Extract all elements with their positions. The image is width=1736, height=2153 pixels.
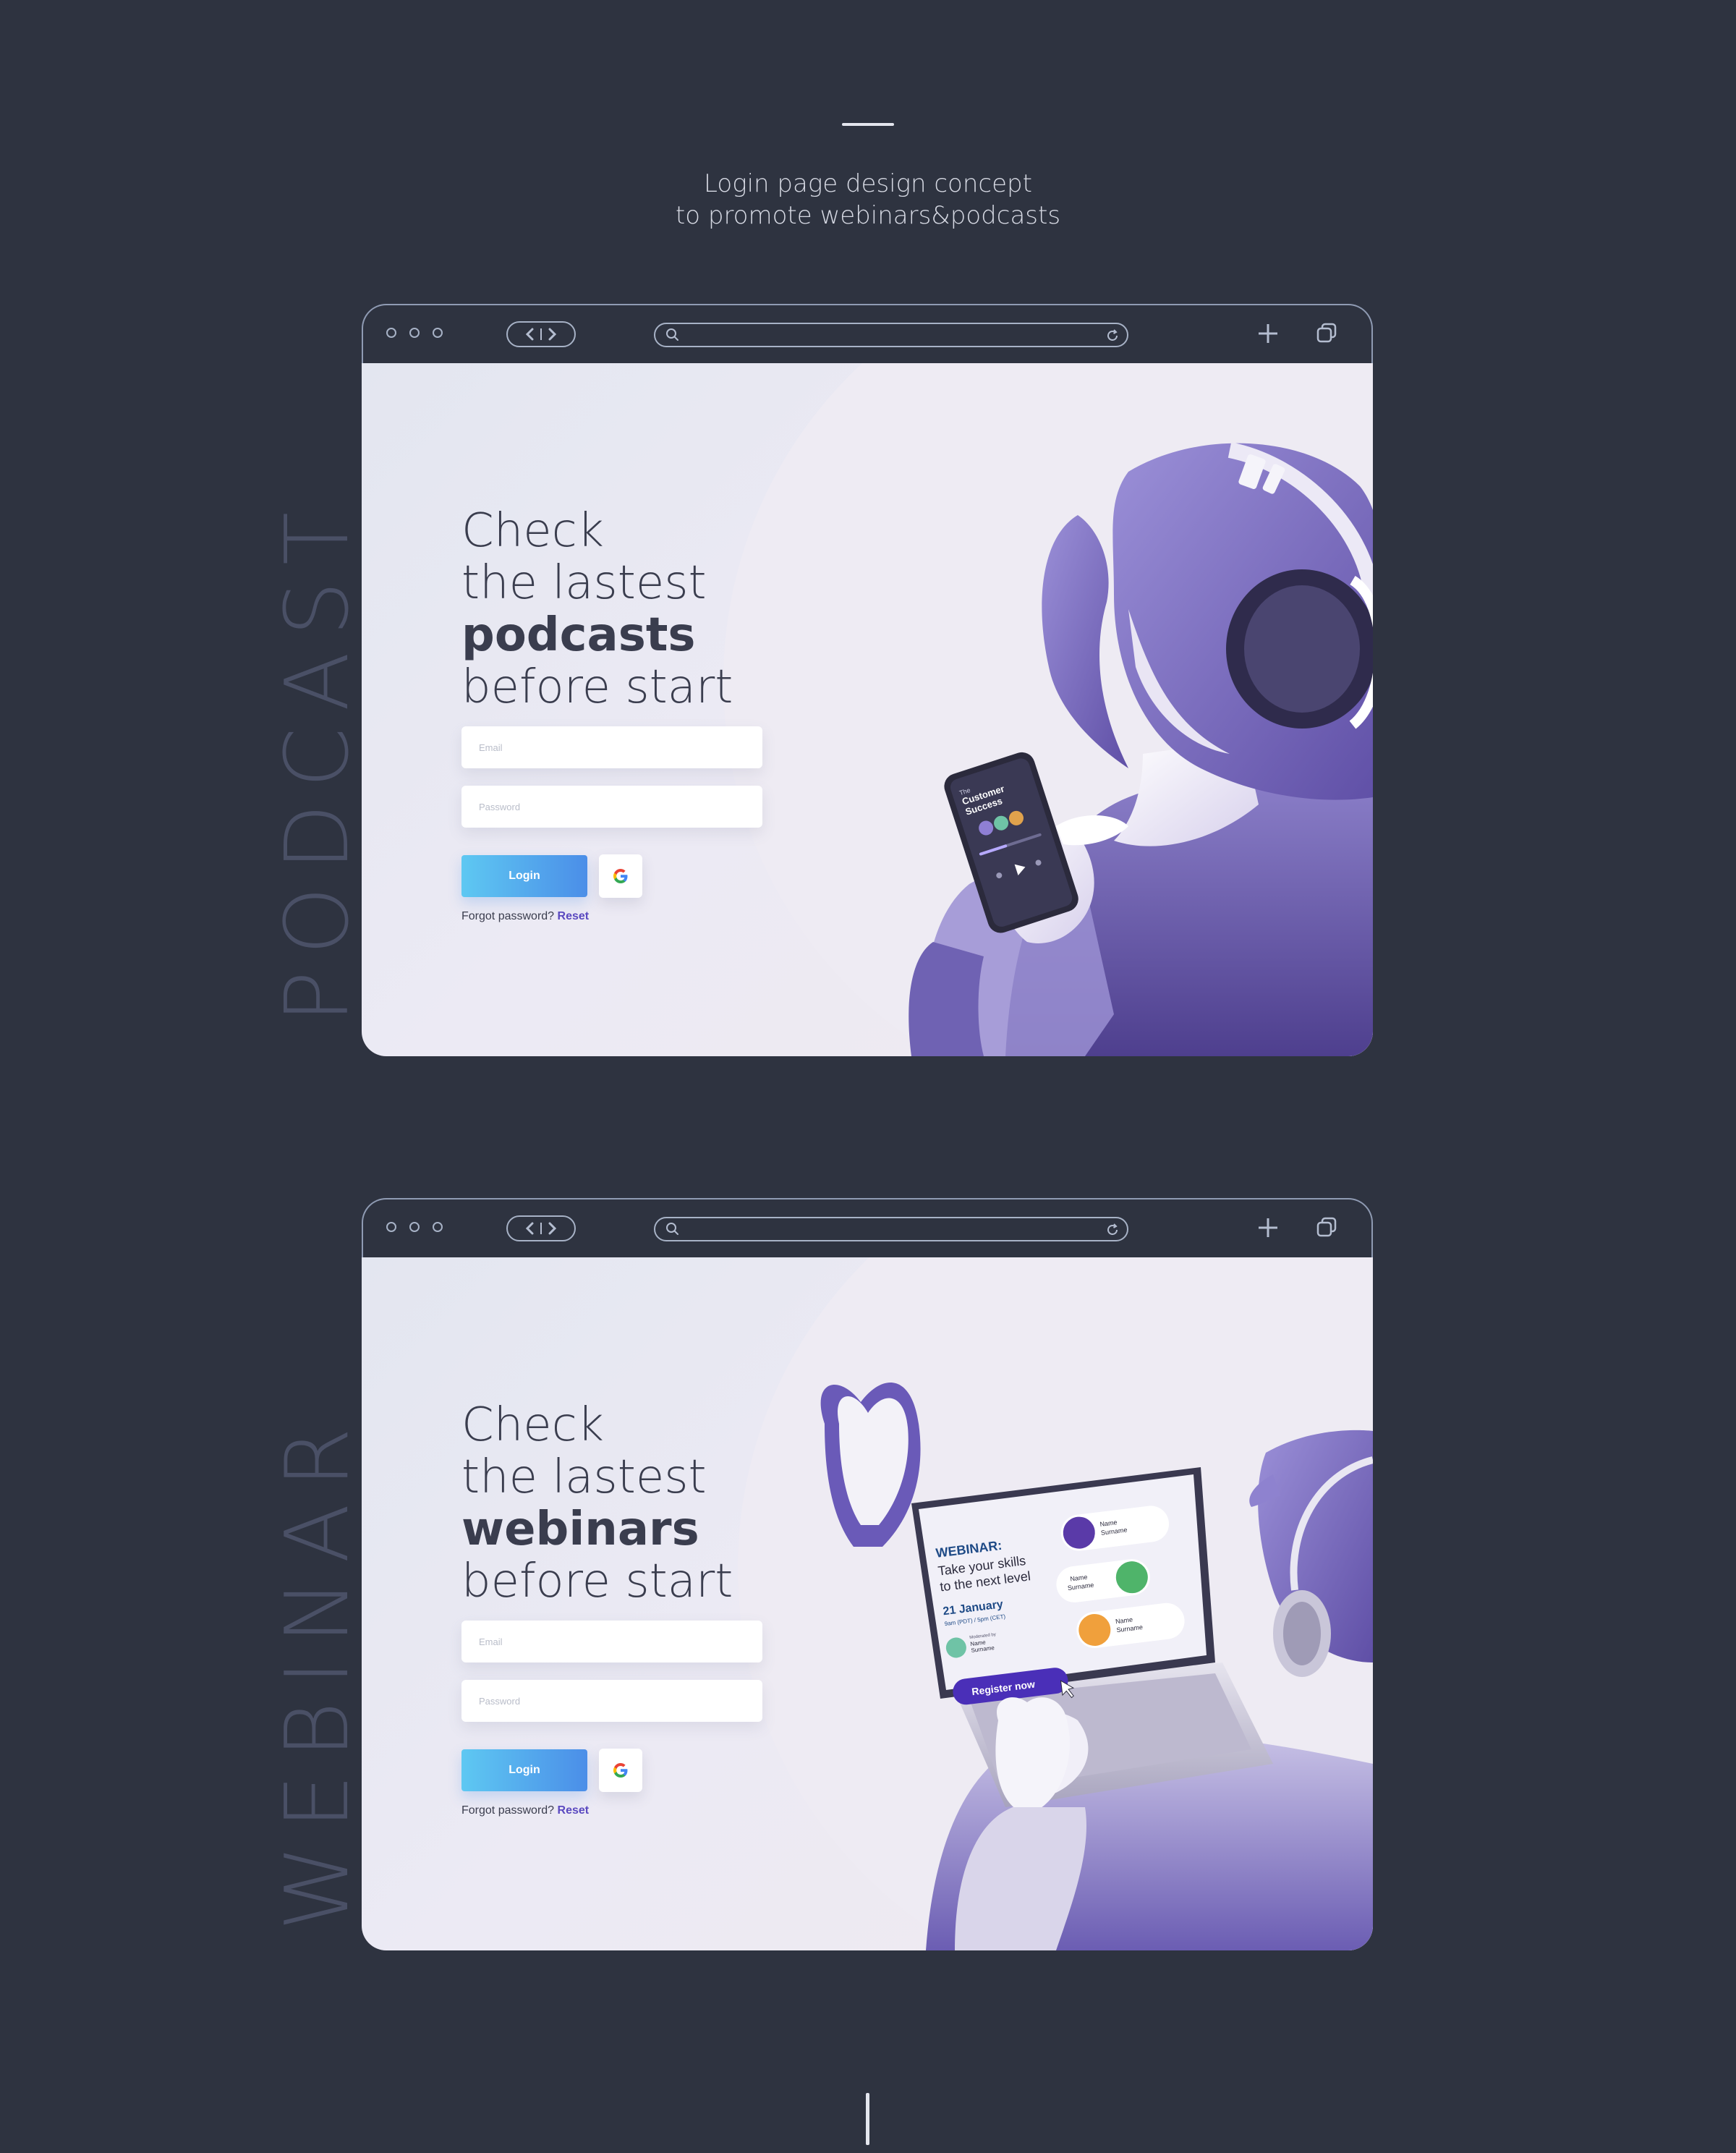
window-dot-icon[interactable]	[409, 328, 420, 338]
ear-cup-inner	[1244, 585, 1360, 713]
email-field[interactable]: Email	[461, 726, 762, 768]
email-field[interactable]: Email	[461, 1621, 762, 1662]
google-icon	[613, 1763, 628, 1778]
back-icon[interactable]	[525, 1221, 535, 1236]
search-icon	[666, 328, 678, 341]
tabs-icon[interactable]	[1315, 1215, 1340, 1240]
window-dot-icon[interactable]	[386, 328, 396, 338]
hero-line-check: Check	[461, 504, 604, 558]
hero-line-before: before start	[461, 661, 733, 714]
forgot-password-text: Forgot password?	[461, 1804, 555, 1817]
concept-caption: Login page design concept to promote web…	[0, 168, 1736, 232]
hero-line-highlight: podcasts	[461, 608, 696, 662]
podcast-page: The Customer Success Check the lastest p…	[362, 363, 1373, 1056]
address-bar[interactable]	[654, 1217, 1128, 1241]
tabs-icon[interactable]	[1315, 321, 1340, 346]
window-dot-icon[interactable]	[386, 1222, 396, 1232]
forgot-password-row: Forgot password? Reset	[461, 910, 589, 923]
browser-chrome	[362, 1198, 1373, 1257]
forgot-password-text: Forgot password?	[461, 910, 555, 922]
forward-icon[interactable]	[547, 1221, 557, 1236]
search-icon	[666, 1223, 678, 1235]
login-button[interactable]: Login	[461, 1749, 587, 1791]
hero-line-lastest: the lastest	[461, 556, 707, 610]
bottom-divider	[866, 2093, 869, 2145]
reset-link[interactable]: Reset	[558, 910, 590, 922]
nav-separator	[540, 1223, 542, 1234]
hero-line-lastest: the lastest	[461, 1451, 707, 1504]
browser-window-webinar: WEBINAR: Take your skills to the next le…	[362, 1198, 1373, 1950]
new-tab-icon[interactable]	[1256, 321, 1280, 346]
nav-separator	[540, 328, 542, 340]
reload-icon[interactable]	[1105, 1223, 1120, 1237]
window-controls	[386, 328, 443, 338]
address-bar[interactable]	[654, 323, 1128, 347]
window-dot-icon[interactable]	[409, 1222, 420, 1232]
google-login-button[interactable]	[599, 1749, 642, 1792]
forgot-password-row: Forgot password? Reset	[461, 1804, 589, 1817]
email-placeholder: Email	[479, 1636, 503, 1647]
browser-window-podcast: The Customer Success Check the lastest p…	[362, 304, 1373, 1056]
concept-line-1: Login page design concept	[704, 169, 1032, 198]
reset-link[interactable]: Reset	[558, 1804, 590, 1817]
hero-line-before: before start	[461, 1555, 733, 1608]
login-button[interactable]: Login	[461, 855, 587, 897]
sleeve-shape	[909, 942, 984, 1056]
hero-line-check: Check	[461, 1398, 604, 1452]
window-controls	[386, 1222, 443, 1232]
password-placeholder: Password	[479, 1695, 521, 1707]
history-nav	[506, 321, 576, 347]
webinar-side-label: WEBINAR	[268, 1411, 368, 1931]
password-field[interactable]: Password	[461, 1680, 762, 1722]
podcast-hero-heading: Check the lastest podcasts before start	[461, 505, 733, 713]
google-login-button[interactable]	[599, 854, 642, 898]
webinar-hero-heading: Check the lastest webinars before start	[461, 1399, 733, 1608]
concept-line-2: to promote webinars&podcasts	[675, 201, 1061, 230]
back-icon[interactable]	[525, 327, 535, 341]
window-dot-icon[interactable]	[433, 328, 443, 338]
ear-cup-inner	[1283, 1602, 1321, 1665]
browser-chrome	[362, 304, 1373, 363]
webinar-page: WEBINAR: Take your skills to the next le…	[362, 1257, 1373, 1950]
email-placeholder: Email	[479, 742, 503, 753]
password-placeholder: Password	[479, 801, 521, 812]
hero-line-highlight: webinars	[461, 1503, 699, 1556]
window-dot-icon[interactable]	[433, 1222, 443, 1232]
reload-icon[interactable]	[1105, 328, 1120, 343]
top-divider	[842, 123, 894, 126]
google-icon	[613, 869, 628, 883]
podcast-side-label: PODCAST	[268, 496, 368, 1024]
password-field[interactable]: Password	[461, 786, 762, 828]
history-nav	[506, 1215, 576, 1241]
forward-icon[interactable]	[547, 327, 557, 341]
new-tab-icon[interactable]	[1256, 1215, 1280, 1240]
